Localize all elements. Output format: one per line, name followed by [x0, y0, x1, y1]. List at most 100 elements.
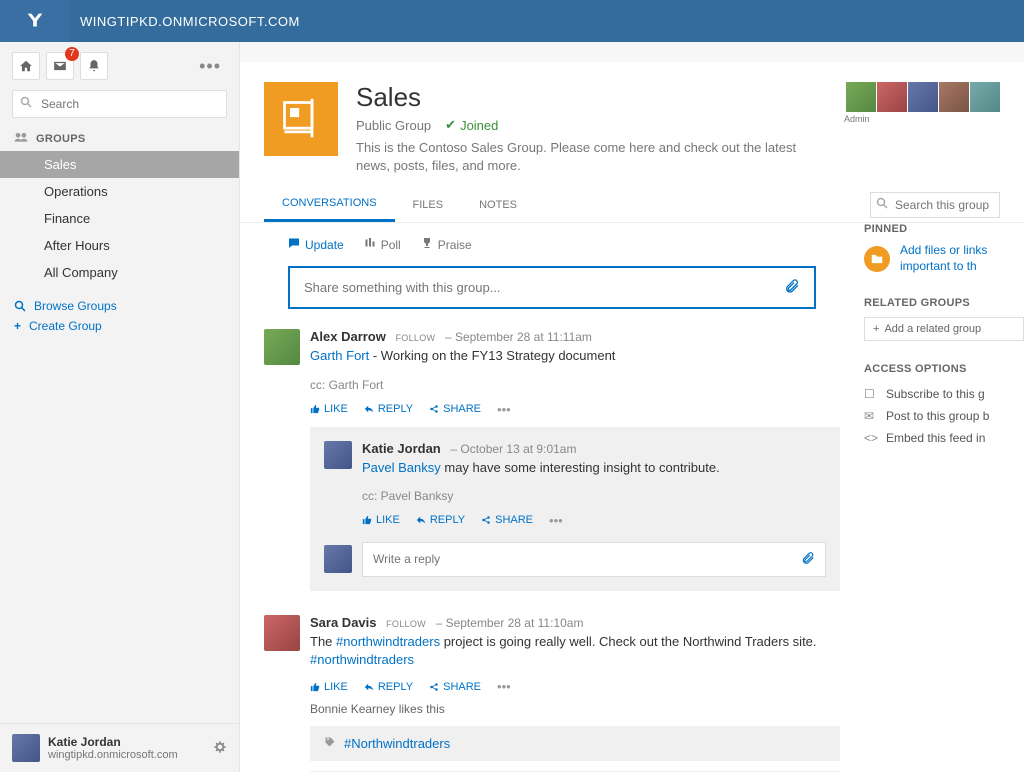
- avatar[interactable]: [12, 734, 40, 762]
- more-icon[interactable]: •••: [497, 679, 511, 694]
- search-icon: [876, 197, 888, 212]
- related-groups-header: RELATED GROUPS: [864, 297, 1024, 309]
- avatar[interactable]: [324, 545, 352, 573]
- reply-button[interactable]: REPLY: [364, 681, 413, 693]
- hashtag-link[interactable]: #northwindtraders: [310, 652, 414, 667]
- sidebar-item-finance[interactable]: Finance: [0, 205, 239, 232]
- sidebar-user: Katie Jordan wingtipkd.onmicrosoft.com: [0, 723, 239, 772]
- yammer-logo[interactable]: [0, 0, 70, 42]
- check-icon: ✔: [445, 117, 456, 133]
- avatar[interactable]: [264, 615, 300, 651]
- post-text: The #northwindtraders project is going r…: [310, 633, 840, 669]
- member-avatar[interactable]: [970, 82, 1000, 112]
- browse-groups-link[interactable]: Browse Groups: [14, 296, 225, 316]
- search-input[interactable]: [12, 90, 227, 118]
- post-text: Garth Fort - Working on the FY13 Strateg…: [310, 347, 840, 365]
- like-button[interactable]: LIKE: [310, 403, 348, 415]
- attach-icon[interactable]: [784, 278, 800, 297]
- post-author[interactable]: Alex Darrow: [310, 329, 386, 344]
- chat-icon: [288, 237, 300, 252]
- mail-icon: ✉: [864, 409, 878, 423]
- compose-tab-update[interactable]: Update: [288, 237, 344, 252]
- avatar[interactable]: [324, 441, 352, 469]
- compose-tab-poll[interactable]: Poll: [364, 237, 401, 252]
- post-author[interactable]: Sara Davis: [310, 615, 377, 630]
- attach-icon[interactable]: [801, 551, 815, 568]
- tab-files[interactable]: FILES: [395, 189, 462, 221]
- sidebar-item-after-hours[interactable]: After Hours: [0, 232, 239, 259]
- member-avatar[interactable]: Admin: [846, 82, 876, 112]
- like-button[interactable]: LIKE: [362, 514, 400, 526]
- group-description: This is the Contoso Sales Group. Please …: [356, 139, 828, 175]
- right-rail: PINNED Add files or links important to t…: [864, 223, 1024, 772]
- content-area: Sales Public Group ✔ Joined This is the …: [240, 42, 1024, 772]
- member-avatars: Admin: [846, 82, 1000, 175]
- compose-box[interactable]: [288, 266, 816, 309]
- embed-icon: <>: [864, 431, 878, 445]
- add-related-group-button[interactable]: + Add a related group: [864, 317, 1024, 341]
- compose-tab-praise[interactable]: Praise: [421, 237, 472, 252]
- reply-input-box[interactable]: [362, 542, 826, 577]
- reply-block: Katie Jordan – October 13 at 9:01am Pave…: [310, 427, 840, 591]
- share-button[interactable]: SHARE: [429, 403, 481, 415]
- home-icon[interactable]: [12, 52, 40, 80]
- share-button[interactable]: SHARE: [481, 514, 533, 526]
- access-options-header: ACCESS OPTIONS: [864, 363, 1024, 375]
- pinned-header: PINNED: [864, 223, 1024, 235]
- share-button[interactable]: SHARE: [429, 681, 481, 693]
- group-logo: [264, 82, 338, 156]
- gear-icon[interactable]: [213, 740, 227, 757]
- mention-link[interactable]: Pavel Banksy: [362, 460, 441, 475]
- compose-input[interactable]: [304, 280, 784, 295]
- reply-button[interactable]: REPLY: [416, 514, 465, 526]
- embed-option[interactable]: <> Embed this feed in: [864, 427, 1024, 449]
- user-name: Katie Jordan: [48, 735, 178, 749]
- more-icon[interactable]: •••: [193, 56, 227, 77]
- post-time: – September 28 at 11:10am: [436, 616, 584, 630]
- groups-icon: [14, 132, 28, 145]
- sidebar-item-all-company[interactable]: All Company: [0, 259, 239, 286]
- post: Alex Darrow FOLLOW – September 28 at 11:…: [264, 329, 840, 590]
- reply-input[interactable]: [373, 552, 801, 566]
- tab-notes[interactable]: NOTES: [461, 189, 535, 221]
- member-avatar[interactable]: [877, 82, 907, 112]
- post-time: – September 28 at 11:11am: [445, 330, 592, 344]
- reply-time: – October 13 at 9:01am: [450, 442, 576, 456]
- inbox-badge: 7: [65, 47, 79, 61]
- sidebar: 7 ••• GROUPS SalesOperationsFinanceAfter…: [0, 42, 240, 772]
- post-cc: cc: Garth Fort: [310, 378, 840, 392]
- subscribe-option[interactable]: ☐ Subscribe to this g: [864, 383, 1024, 405]
- post-by-email-option[interactable]: ✉ Post to this group b: [864, 405, 1024, 427]
- hashtag-link[interactable]: #northwindtraders: [336, 634, 440, 649]
- follow-button[interactable]: FOLLOW: [396, 333, 436, 343]
- user-email: wingtipkd.onmicrosoft.com: [48, 749, 178, 761]
- topic-tag[interactable]: #Northwindtraders: [310, 726, 840, 761]
- folder-icon: [864, 246, 890, 272]
- tab-conversations[interactable]: CONVERSATIONS: [264, 187, 395, 222]
- member-avatar[interactable]: [908, 82, 938, 112]
- add-pinned-link[interactable]: Add files or links important to th: [900, 243, 1024, 274]
- checkbox-icon: ☐: [864, 387, 878, 401]
- tag-icon: [324, 736, 336, 751]
- more-icon[interactable]: •••: [549, 513, 563, 528]
- reply-button[interactable]: REPLY: [364, 403, 413, 415]
- create-group-link[interactable]: + Create Group: [14, 316, 225, 336]
- group-search-input[interactable]: [870, 192, 1000, 218]
- like-button[interactable]: LIKE: [310, 681, 348, 693]
- sidebar-item-sales[interactable]: Sales: [0, 151, 239, 178]
- inbox-icon[interactable]: 7: [46, 52, 74, 80]
- avatar[interactable]: [264, 329, 300, 365]
- topbar: WINGTIPKD.ONMICROSOFT.COM: [0, 0, 1024, 42]
- member-avatar[interactable]: [939, 82, 969, 112]
- reply-text: Pavel Banksy may have some interesting i…: [362, 459, 826, 477]
- more-icon[interactable]: •••: [497, 402, 511, 417]
- mention-link[interactable]: Garth Fort: [310, 348, 369, 363]
- plus-icon: +: [873, 323, 879, 335]
- notifications-icon[interactable]: [80, 52, 108, 80]
- sidebar-item-operations[interactable]: Operations: [0, 178, 239, 205]
- reply-author[interactable]: Katie Jordan: [362, 441, 441, 456]
- org-domain: WINGTIPKD.ONMICROSOFT.COM: [80, 14, 300, 29]
- reply-cc: cc: Pavel Banksy: [362, 489, 826, 503]
- likes-summary: Bonnie Kearney likes this: [310, 702, 840, 716]
- follow-button[interactable]: FOLLOW: [386, 619, 426, 629]
